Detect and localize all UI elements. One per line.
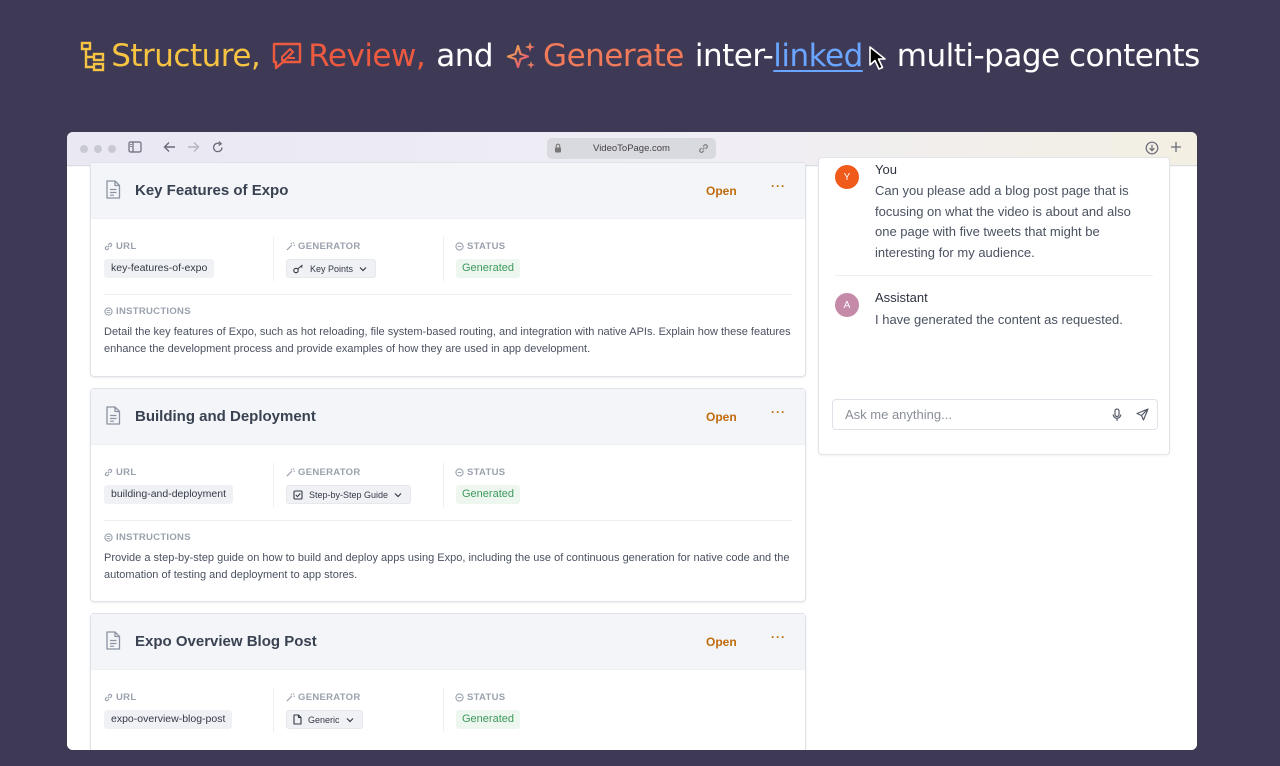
sparkles-icon [506, 42, 536, 69]
link-icon [104, 468, 113, 477]
status-label: STATUS [455, 467, 505, 478]
link-icon [104, 242, 113, 251]
chevron-down-icon [346, 717, 353, 722]
headline-generate: Generate [504, 38, 684, 74]
more-options-button[interactable]: ··· [771, 179, 786, 193]
open-button[interactable]: Open [706, 410, 737, 424]
status-icon [455, 468, 464, 477]
instructions-label: INSTRUCTIONS [104, 532, 191, 543]
status-badge: Generated [456, 710, 520, 729]
checkbox-icon [293, 489, 303, 500]
headline: Structure, Review, and Generate inter-li… [0, 38, 1280, 74]
headline-rest: multi-page contents [896, 38, 1201, 74]
url-value[interactable]: building-and-deployment [104, 485, 233, 504]
more-options-button[interactable]: ··· [771, 630, 786, 644]
page-card: Expo Overview Blog Post Open ··· URL exp… [90, 613, 806, 750]
link-icon [104, 693, 113, 702]
assistant-avatar: A [835, 293, 859, 317]
status-badge: Generated [456, 485, 520, 504]
message-author: You [875, 162, 897, 177]
browser-window: VideoToPage.com Key Features of Expo Ope… [67, 132, 1197, 750]
lock-icon [555, 143, 561, 153]
page-content: Key Features of Expo Open ··· URL key-fe… [67, 157, 1197, 750]
headline-linked: linked [773, 38, 863, 74]
document-icon [106, 406, 121, 425]
card-header: Key Features of Expo Open ··· [91, 163, 805, 219]
headline-and: and [436, 38, 494, 74]
chat-input[interactable] [833, 400, 1103, 429]
review-icon [273, 42, 302, 70]
more-options-button[interactable]: ··· [771, 405, 786, 419]
instructions-icon [104, 533, 113, 542]
headline-review: Review, [271, 38, 426, 74]
message-author: Assistant [875, 290, 928, 305]
status-icon [455, 242, 464, 251]
link-icon[interactable] [698, 143, 709, 154]
page-card: Building and Deployment Open ··· URL bui… [90, 388, 806, 602]
back-arrow-icon[interactable] [163, 141, 176, 157]
wand-icon [286, 468, 295, 477]
message-text: Can you please add a blog post page that… [875, 183, 1131, 260]
url-label: URL [104, 467, 136, 478]
reload-icon[interactable] [212, 141, 224, 158]
open-button[interactable]: Open [706, 184, 737, 198]
url-label: URL [104, 241, 136, 252]
address-text: VideoToPage.com [593, 143, 670, 154]
wand-icon [286, 693, 295, 702]
generator-select[interactable]: Key Points [286, 259, 377, 278]
window-controls[interactable] [80, 145, 116, 153]
generator-select[interactable]: Generic [286, 710, 363, 729]
generator-label: GENERATOR [286, 692, 361, 703]
status-label: STATUS [455, 241, 505, 252]
card-title: Expo Overview Blog Post [135, 633, 317, 650]
forward-arrow-icon[interactable] [187, 141, 200, 157]
card-title: Building and Deployment [135, 408, 316, 425]
status-label: STATUS [455, 692, 505, 703]
send-icon[interactable] [1136, 408, 1149, 421]
instructions-icon [104, 307, 113, 316]
chevron-down-icon [394, 492, 402, 497]
generator-label: GENERATOR [286, 241, 361, 252]
cursor-icon [868, 46, 886, 70]
headline-structure: Structure, [80, 38, 261, 74]
key-icon [293, 264, 303, 273]
card-title: Key Features of Expo [135, 182, 289, 199]
microphone-icon[interactable] [1112, 408, 1122, 422]
generator-label: GENERATOR [286, 467, 361, 478]
generator-select[interactable]: Step-by-Step Guide [286, 485, 412, 504]
open-button[interactable]: Open [706, 635, 737, 649]
url-value[interactable]: expo-overview-blog-post [104, 710, 233, 729]
instructions-text: Detail the key features of Expo, such as… [104, 326, 791, 355]
user-avatar: Y [835, 165, 859, 189]
instructions-text: Provide a step-by-step guide on how to b… [104, 552, 790, 581]
chat-panel: Y You Can you please add a blog post pag… [818, 157, 1170, 455]
sidebar-toggle-icon[interactable] [128, 141, 142, 157]
chevron-down-icon [359, 266, 367, 271]
status-badge: Generated [456, 259, 520, 278]
document-icon [106, 180, 121, 199]
message-text: I have generated the content as requeste… [875, 312, 1123, 327]
wand-icon [286, 242, 295, 251]
instructions-label: INSTRUCTIONS [104, 306, 191, 317]
address-bar[interactable]: VideoToPage.com [547, 138, 716, 159]
card-header: Expo Overview Blog Post Open ··· [91, 614, 805, 670]
url-value[interactable]: key-features-of-expo [104, 259, 215, 278]
headline-inter-linked: inter-linked [694, 38, 863, 74]
new-tab-icon[interactable] [1170, 141, 1182, 157]
document-icon [106, 631, 121, 650]
card-header: Building and Deployment Open ··· [91, 389, 805, 445]
file-icon [293, 714, 302, 725]
chat-input-box [832, 399, 1158, 430]
page-card: Key Features of Expo Open ··· URL key-fe… [90, 162, 806, 377]
message-divider [835, 275, 1153, 276]
status-icon [455, 693, 464, 702]
url-label: URL [104, 692, 136, 703]
structure-icon [80, 41, 105, 72]
